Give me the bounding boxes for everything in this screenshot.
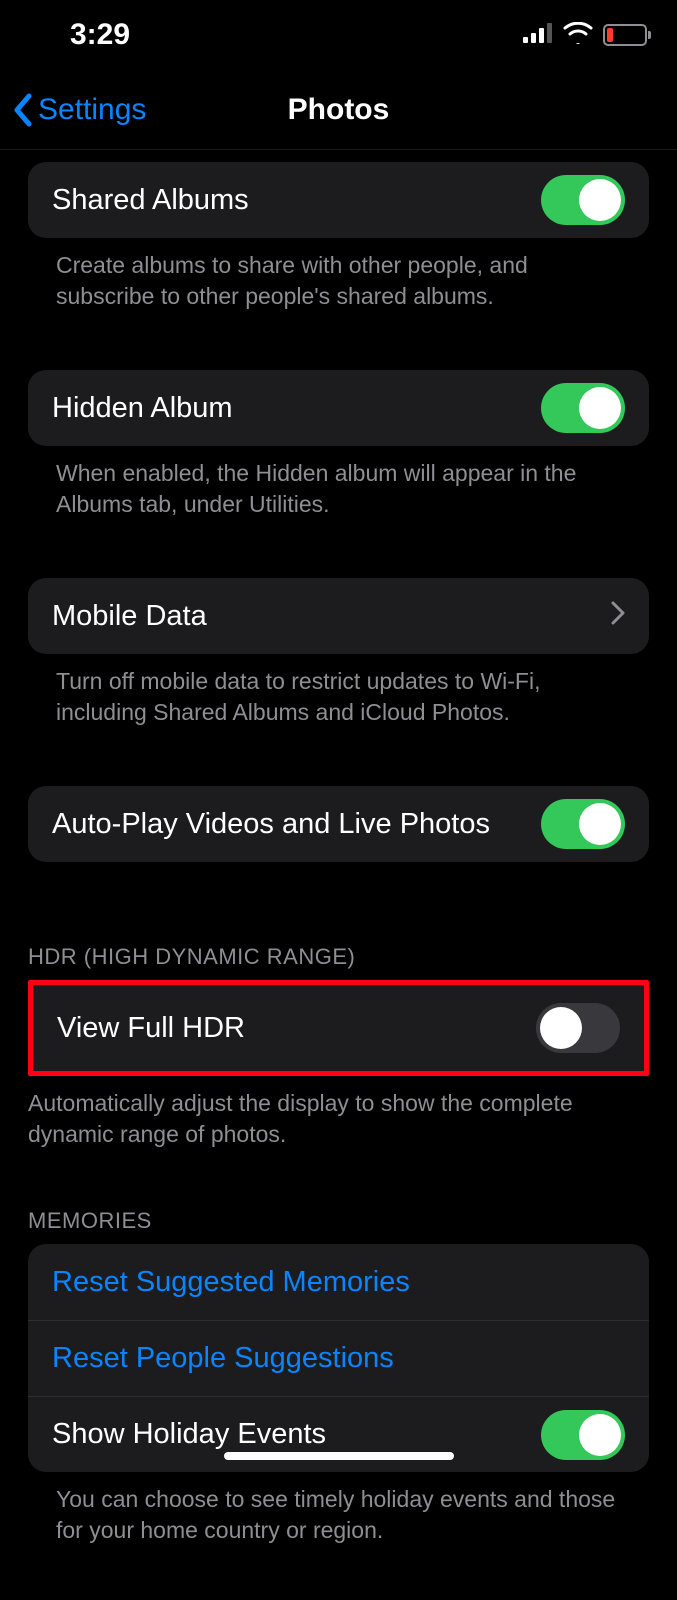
- footer-hdr: Automatically adjust the display to show…: [0, 1076, 677, 1150]
- row-mobile-data[interactable]: Mobile Data: [28, 578, 649, 654]
- row-view-full-hdr[interactable]: View Full HDR: [33, 985, 644, 1071]
- toggle-shared-albums[interactable]: [541, 175, 625, 225]
- row-autoplay[interactable]: Auto-Play Videos and Live Photos: [28, 786, 649, 862]
- group-mobile-data: Mobile Data Turn off mobile data to rest…: [28, 578, 649, 728]
- row-hidden-album[interactable]: Hidden Album: [28, 370, 649, 446]
- row-label: View Full HDR: [57, 1012, 536, 1045]
- footer-mobile-data: Turn off mobile data to restrict updates…: [28, 654, 649, 728]
- row-label: Hidden Album: [52, 392, 541, 425]
- status-bar: 3:29: [0, 0, 677, 70]
- chevron-right-icon: [611, 600, 625, 633]
- toggle-view-full-hdr[interactable]: [536, 1003, 620, 1053]
- row-label: Reset Suggested Memories: [52, 1266, 625, 1299]
- group-memories: Reset Suggested Memories Reset People Su…: [28, 1244, 649, 1546]
- row-label: Reset People Suggestions: [52, 1342, 625, 1375]
- status-time: 3:29: [70, 18, 130, 52]
- row-reset-people-suggestions[interactable]: Reset People Suggestions: [28, 1320, 649, 1396]
- back-button[interactable]: Settings: [0, 92, 146, 128]
- home-indicator[interactable]: [224, 1452, 454, 1460]
- highlight-view-full-hdr: View Full HDR: [28, 980, 649, 1076]
- row-label: Mobile Data: [52, 600, 611, 633]
- toggle-show-holiday-events[interactable]: [541, 1410, 625, 1460]
- row-shared-albums[interactable]: Shared Albums: [28, 162, 649, 238]
- nav-bar: Settings Photos: [0, 70, 677, 150]
- toggle-autoplay[interactable]: [541, 799, 625, 849]
- footer-hidden-album: When enabled, the Hidden album will appe…: [28, 446, 649, 520]
- section-header-memories: MEMORIES: [0, 1208, 677, 1244]
- row-label: Show Holiday Events: [52, 1418, 541, 1451]
- section-header-hdr: HDR (HIGH DYNAMIC RANGE): [0, 944, 677, 980]
- footer-shared-albums: Create albums to share with other people…: [28, 238, 649, 312]
- chevron-left-icon: [12, 92, 34, 128]
- wifi-icon: [563, 22, 593, 49]
- footer-memories: You can choose to see timely holiday eve…: [28, 1472, 649, 1546]
- group-autoplay: Auto-Play Videos and Live Photos: [28, 786, 649, 862]
- row-label: Auto-Play Videos and Live Photos: [52, 808, 541, 841]
- toggle-hidden-album[interactable]: [541, 383, 625, 433]
- battery-icon: [603, 24, 647, 46]
- row-reset-suggested-memories[interactable]: Reset Suggested Memories: [28, 1244, 649, 1320]
- row-show-holiday-events[interactable]: Show Holiday Events: [28, 1396, 649, 1472]
- row-label: Shared Albums: [52, 184, 541, 217]
- group-shared-albums: Shared Albums Create albums to share wit…: [28, 162, 649, 312]
- back-label: Settings: [38, 93, 146, 127]
- group-hidden-album: Hidden Album When enabled, the Hidden al…: [28, 370, 649, 520]
- status-icons: [523, 22, 647, 49]
- cellular-icon: [523, 23, 553, 48]
